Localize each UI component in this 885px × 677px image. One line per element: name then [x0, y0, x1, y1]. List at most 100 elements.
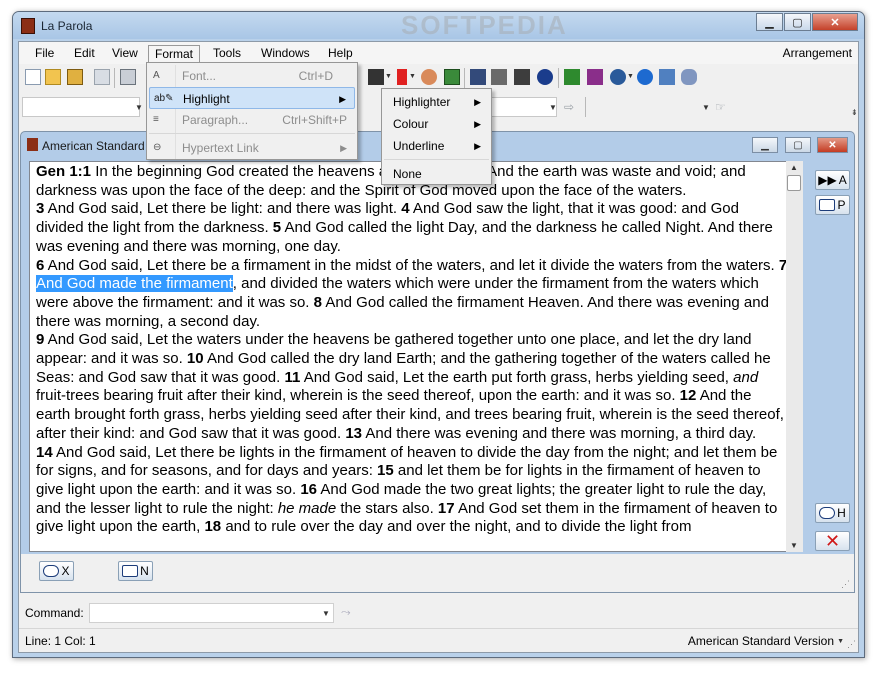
close-button[interactable]: ✕ [812, 13, 858, 31]
menu-file[interactable]: File [29, 45, 60, 62]
highlight-icon: ab✎ [154, 93, 174, 104]
menu-item-highlight[interactable]: ab✎ Highlight ▶ [149, 87, 355, 109]
notes-button[interactable]: N [118, 561, 153, 581]
toolbar-separator [464, 68, 465, 88]
link-button[interactable]: X [39, 561, 74, 581]
books-icon[interactable] [587, 69, 603, 85]
parallel-button[interactable]: P [815, 195, 850, 215]
barcode-icon[interactable] [514, 69, 530, 85]
search-select[interactable] [589, 97, 704, 117]
chevron-down-icon[interactable]: ▼ [549, 103, 557, 112]
menu-help[interactable]: Help [322, 45, 359, 62]
resize-grip-icon[interactable]: ⋰ [847, 639, 856, 650]
chevron-down-icon[interactable]: ▼ [702, 103, 710, 112]
format-dropdown-menu: A Font... Ctrl+D ab✎ Highlight ▶ ≡ Parag… [146, 62, 358, 160]
child-minimize-button[interactable]: ▁ [752, 137, 778, 153]
globe-icon[interactable] [610, 69, 626, 85]
copy-icon[interactable] [491, 69, 507, 85]
bookmark-icon[interactable] [397, 69, 407, 85]
play-icon: ▶▶ [818, 173, 837, 187]
submenu-item-highlighter[interactable]: Highlighter ▶ [384, 91, 489, 113]
red-x-icon: ✕ [824, 530, 841, 551]
history-button[interactable]: H [815, 503, 850, 523]
delete-button[interactable]: ✕ [815, 531, 850, 551]
toolbar-separator [558, 68, 559, 88]
binoculars-icon[interactable] [470, 69, 486, 85]
command-label: Command: [25, 606, 84, 620]
link-icon [43, 565, 60, 577]
compass-icon[interactable] [421, 69, 437, 85]
chevron-down-icon[interactable]: ▼ [135, 103, 143, 112]
save-icon[interactable] [94, 69, 110, 85]
italic-text: he made [277, 499, 337, 517]
menu-edit[interactable]: Edit [68, 45, 101, 62]
open-icon[interactable] [45, 69, 61, 85]
menu-tools[interactable]: Tools [207, 45, 247, 62]
submenu-item-none[interactable]: None [384, 163, 489, 185]
vertical-scrollbar[interactable]: ▲ ▼ [786, 161, 803, 552]
menu-view[interactable]: View [106, 45, 144, 62]
image-icon[interactable] [444, 69, 460, 85]
submenu-item-underline[interactable]: Underline ▶ [384, 135, 489, 157]
style-icon[interactable] [368, 69, 384, 85]
open-folder-icon[interactable] [67, 69, 83, 85]
chevron-down-icon[interactable]: ▼ [385, 73, 392, 80]
help-book-icon[interactable] [659, 69, 675, 85]
app-icon [21, 18, 35, 34]
submenu-arrow-icon: ▶ [474, 119, 481, 129]
selected-text[interactable]: And God made the firmament [36, 275, 233, 293]
paragraph: 6 And God said, Let there be a firmament… [36, 256, 787, 332]
scroll-down-icon[interactable]: ▼ [790, 541, 798, 550]
book-icon [819, 199, 836, 211]
menu-item-font[interactable]: A Font... Ctrl+D [149, 65, 355, 87]
chevron-down-icon[interactable]: ▼ [409, 73, 416, 80]
arrangement-label[interactable]: Arrangement [783, 46, 852, 60]
scroll-up-icon[interactable]: ▲ [790, 163, 798, 172]
new-icon[interactable] [25, 69, 41, 85]
book-select[interactable] [22, 97, 140, 117]
verse-reference: Gen 1:1 [36, 163, 92, 180]
version-select[interactable]: American Standard Version [688, 634, 834, 648]
menu-bar: File Edit View Format Tools Windows Help… [19, 42, 858, 65]
menu-item-paragraph[interactable]: ≡ Paragraph... Ctrl+Shift+P [149, 109, 355, 131]
dollar-icon[interactable] [564, 69, 580, 85]
command-bar: Command: ▼ ⤳ [19, 601, 858, 625]
verse-number: 16 [296, 480, 318, 498]
command-input[interactable] [89, 603, 334, 623]
resize-grip-icon[interactable]: ⋰ [841, 579, 850, 590]
zoom-icon[interactable] [637, 69, 653, 85]
verse-text: fruit-trees bearing fruit after their ki… [36, 387, 676, 405]
italic-text: and [733, 368, 759, 386]
pointer-icon[interactable]: ☞ [715, 100, 726, 114]
verse-select[interactable] [489, 97, 557, 117]
submenu-item-colour[interactable]: Colour ▶ [384, 113, 489, 135]
cursor-position: Line: 1 Col: 1 [25, 634, 96, 648]
scripture-text[interactable]: Gen 1:1 In the beginning God created the… [36, 163, 787, 537]
scripture-text-area[interactable]: Gen 1:1 In the beginning God created the… [29, 161, 788, 552]
chevron-down-icon[interactable]: ▼ [322, 609, 330, 618]
info-icon[interactable] [537, 69, 553, 85]
print-icon[interactable] [120, 69, 136, 85]
menu-separator [384, 159, 489, 160]
menu-windows[interactable]: Windows [255, 45, 316, 62]
refresh-icon[interactable] [681, 69, 697, 85]
maximize-button[interactable]: ▢ [784, 13, 811, 31]
verse-text: And God said, Let there be light: and th… [44, 200, 398, 218]
chevron-down-icon[interactable]: ▼ [837, 638, 844, 645]
execute-icon[interactable]: ⤳ [341, 605, 351, 620]
minimize-button[interactable]: ▁ [756, 13, 783, 31]
chevron-down-icon[interactable]: ▼ [627, 73, 634, 80]
toolbar-separator [585, 97, 586, 117]
child-maximize-button[interactable]: ▢ [785, 137, 811, 153]
scroll-thumb[interactable] [787, 175, 801, 191]
title-bar[interactable]: La Parola SOFTPEDIA ▁ ▢ ✕ [13, 12, 864, 40]
menu-item-hypertext-link[interactable]: ⊖ Hypertext Link ▶ [149, 137, 355, 159]
play-button[interactable]: ▶▶ A [815, 170, 850, 190]
menu-item-label: None [393, 167, 422, 181]
verse-text: And God said, Let there be a firmament i… [44, 256, 775, 274]
child-close-button[interactable]: ✕ [817, 137, 848, 153]
verse-number: 12 [675, 387, 697, 405]
go-arrow-icon[interactable]: ⇨ [564, 100, 574, 114]
toolbar-overflow-icon[interactable]: ⇟ [851, 108, 858, 117]
menu-item-label: Paragraph... [182, 113, 249, 127]
